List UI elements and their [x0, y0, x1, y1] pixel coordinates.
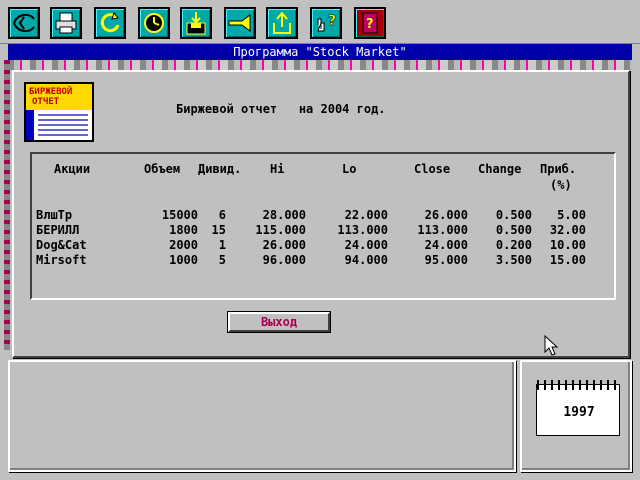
report-logo: БИРЖЕВОЙ ОТЧЕТ	[24, 82, 94, 142]
cell-close: 95.000	[424, 253, 468, 267]
cell-volume: 1800	[169, 223, 198, 237]
cell-close: 113.000	[417, 223, 468, 237]
calendar-widget[interactable]: 1997	[536, 380, 621, 436]
trumpet-button[interactable]	[224, 7, 256, 39]
trumpet-icon	[228, 14, 251, 32]
cell-volume: 15000	[161, 208, 198, 222]
cell-change: 0.200	[495, 238, 532, 252]
cell-change: 3.500	[495, 253, 532, 267]
svg-text:?: ?	[328, 13, 336, 29]
cell-dividend: 5	[218, 253, 226, 267]
cell-hi: 96.000	[262, 253, 306, 267]
cell-hi: 26.000	[262, 238, 306, 252]
report-logo-line2: ОТЧЕТ	[32, 97, 60, 107]
calendar-rings-icon	[537, 380, 621, 390]
stock-table: Акции Объем Дивид. Hi Lo Close Change Пр…	[30, 152, 616, 300]
header-profit: Приб.	[540, 162, 577, 176]
refresh-icon	[100, 11, 120, 33]
desktop-edge	[4, 60, 10, 350]
report-dialog: БИРЖЕВОЙ ОТЧЕТ Биржевой отчет на 2004 го…	[12, 70, 630, 358]
book-button[interactable]: ?	[354, 7, 386, 39]
save-icon	[186, 12, 206, 35]
header-volume: Объем	[144, 162, 181, 176]
cell-lo: 22.000	[344, 208, 388, 222]
calendar-year: 1997	[563, 405, 595, 420]
header-hi: Hi	[270, 162, 285, 176]
help-button[interactable]: ?	[310, 7, 342, 39]
header-lo: Lo	[342, 162, 357, 176]
cell-profit: 10.00	[549, 238, 586, 252]
cell-close: 24.000	[424, 238, 468, 252]
cell-dividend: 6	[218, 208, 226, 222]
cell-stock: Dog&Cat	[36, 238, 87, 252]
header-close: Close	[414, 162, 451, 176]
report-logo-line1: БИРЖЕВОЙ	[29, 87, 73, 97]
mouse-pointer-icon	[544, 335, 559, 356]
cell-volume: 2000	[169, 238, 198, 252]
cell-hi: 28.000	[262, 208, 306, 222]
header-change: Change	[478, 162, 522, 176]
toolbar: ? ?	[0, 0, 640, 44]
exit-button[interactable]	[8, 7, 40, 39]
cell-stock: Mirsoft	[36, 253, 87, 267]
header-profit-unit: (%)	[550, 178, 572, 192]
refresh-button[interactable]	[94, 7, 126, 39]
cell-lo: 24.000	[344, 238, 388, 252]
header-dividend: Дивид.	[198, 162, 242, 176]
cell-stock: БЕРИЛЛ	[36, 223, 80, 237]
print-button[interactable]	[50, 7, 82, 39]
window-title: Программа "Stock Market"	[8, 44, 632, 60]
clock-icon	[144, 13, 164, 33]
cell-lo: 94.000	[344, 253, 388, 267]
clock-button[interactable]	[138, 7, 170, 39]
cell-dividend: 15	[211, 223, 226, 237]
cell-volume: 1000	[169, 253, 198, 267]
printer-icon	[55, 12, 77, 34]
exit-icon	[13, 13, 35, 33]
upload-button[interactable]	[266, 7, 298, 39]
workspace-panel	[8, 360, 516, 472]
cell-change: 0.500	[495, 208, 532, 222]
report-title: Биржевой отчет на 2004 год.	[176, 102, 386, 116]
svg-text:?: ?	[366, 17, 374, 32]
book-icon: ?	[362, 12, 378, 34]
save-button[interactable]	[180, 7, 212, 39]
upload-icon	[273, 11, 291, 34]
cell-change: 0.500	[495, 223, 532, 237]
cell-hi: 115.000	[255, 223, 306, 237]
help-hand-icon: ?	[317, 13, 336, 32]
cell-close: 26.000	[424, 208, 468, 222]
header-stock: Акции	[54, 162, 91, 176]
cell-profit: 32.00	[549, 223, 586, 237]
exit-dialog-button[interactable]: Выход	[228, 312, 330, 332]
cell-profit: 15.00	[549, 253, 586, 267]
cell-lo: 113.000	[337, 223, 388, 237]
cell-stock: ВлшТр	[36, 208, 73, 222]
desktop-background	[8, 60, 632, 70]
cell-dividend: 1	[218, 238, 226, 252]
cell-profit: 5.00	[557, 208, 586, 222]
